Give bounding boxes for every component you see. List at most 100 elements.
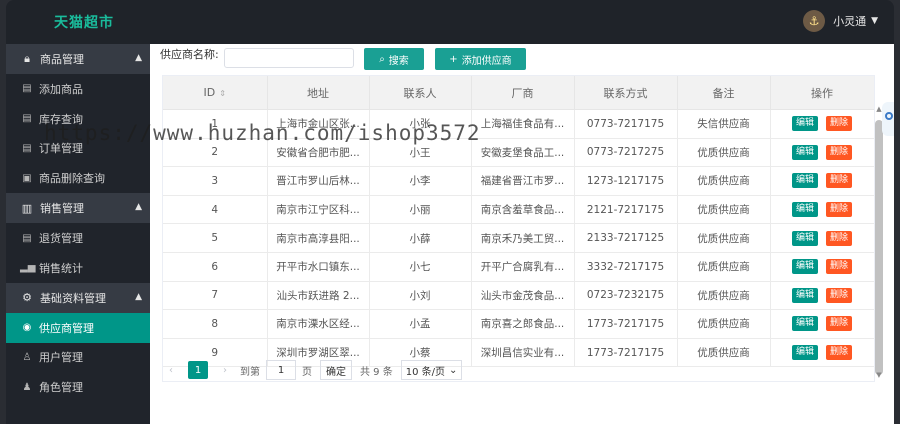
edit-button[interactable]: 编辑 — [791, 173, 818, 189]
edit-button[interactable]: 编辑 — [791, 116, 818, 132]
table-cell-contact: 小七 — [369, 252, 472, 282]
table-cell-vendor: 南京喜之郎食品... — [471, 309, 575, 339]
side-float-button[interactable] — [882, 102, 894, 136]
collapse-arrow-icon[interactable]: ▲ — [135, 292, 142, 302]
sidebar-item-inventory[interactable]: ▤ 库存查询 — [6, 104, 150, 134]
table-row[interactable]: 7 汕头市跃进路 2... 小刘 汕头市金茂食品... 0723-7232175 优质供应… — [163, 281, 874, 311]
table-row[interactable]: 2 安徽省合肥市肥... 小王 安徽麦堡食品工... 0773-7217275 优质供应商… — [163, 138, 874, 168]
prev-page-icon[interactable]: ‹ — [162, 365, 180, 376]
scroll-thumb[interactable] — [875, 120, 883, 375]
avatar-icon[interactable]: ⚓ — [803, 10, 826, 32]
table-row[interactable]: 1 上海市金山区张... 小张 上海福佳食品有... 0773-7217175 失信供应商… — [163, 109, 874, 139]
bookmark-icon: ▥ — [21, 201, 33, 215]
table-cell-note: 优质供应商 — [677, 338, 771, 368]
chevron-down-icon: ⌄ — [449, 364, 458, 376]
table-cell-id: 3 — [163, 166, 268, 196]
delete-button[interactable]: 删除 — [826, 316, 853, 332]
delete-button[interactable]: 删除 — [826, 287, 853, 303]
edit-button[interactable]: 编辑 — [791, 316, 818, 332]
delete-button[interactable]: 删除 — [826, 144, 853, 160]
edit-button[interactable]: 编辑 — [791, 230, 818, 246]
sidebar-item-sales-stats[interactable]: ▂▅ 销售统计 — [6, 253, 150, 283]
delete-button[interactable]: 删除 — [826, 230, 853, 246]
gear-icon: ⚙ — [22, 291, 32, 305]
sidebar-item-roles[interactable]: ♟ 角色管理 — [6, 372, 150, 402]
table-row[interactable]: 3 晋江市罗山后林... 小李 福建省晋江市罗... 1273-1217175 优质供应商… — [163, 166, 874, 196]
roles-icon: ♟ — [22, 381, 32, 393]
sidebar-item-suppliers[interactable]: ◉ 供应商管理 — [6, 312, 150, 343]
user-menu[interactable]: ⚓ 小灵通 ▼ — [803, 10, 878, 32]
edit-button[interactable]: 编辑 — [791, 259, 818, 275]
column-header-contact: 联系人 — [369, 76, 472, 110]
table-cell-vendor: 开平广合腐乳有... — [471, 252, 575, 282]
caret-down-icon[interactable]: ▼ — [871, 16, 878, 26]
search-button[interactable]: ⌕ 搜索 — [364, 48, 424, 70]
sidebar-group-sales[interactable]: ▥ 销售管理 ▲ — [6, 193, 150, 224]
sort-icon[interactable]: ⇕ — [219, 89, 226, 98]
table-cell-actions: 编辑 删除 — [770, 109, 874, 139]
page-size-select[interactable]: 10 条/页 ⌄ — [400, 360, 463, 380]
collapse-arrow-icon[interactable]: ▲ — [135, 202, 142, 212]
scroll-down-icon[interactable]: ▼ — [875, 371, 883, 379]
table-cell-address: 安徽省合肥市肥... — [267, 138, 370, 168]
table-cell-phone: 0723-7232175 — [574, 281, 678, 311]
user-icon: ♙ — [22, 351, 32, 363]
delete-button[interactable]: 删除 — [826, 116, 853, 132]
table-row[interactable]: 8 南京市溧水区经... 小孟 南京喜之郎食品... 1773-7217175 优质供应商… — [163, 309, 874, 339]
table-cell-address: 南京市溧水区经... — [267, 309, 370, 339]
table-cell-note: 失信供应商 — [677, 109, 771, 139]
table-cell-vendor: 安徽麦堡食品工... — [471, 138, 575, 168]
sidebar-item-label: 角色管理 — [39, 381, 83, 395]
vertical-scrollbar[interactable]: ▲ ▼ — [875, 105, 883, 379]
table-cell-contact: 小丽 — [369, 195, 472, 225]
table-cell-actions: 编辑 删除 — [770, 338, 874, 368]
table-cell-address: 汕头市跃进路 2... — [267, 281, 370, 311]
delete-button[interactable]: 删除 — [826, 202, 853, 218]
edit-button[interactable]: 编辑 — [791, 144, 818, 160]
sidebar-item-label: 用户管理 — [39, 351, 83, 365]
table-cell-phone: 1273-1217175 — [574, 166, 678, 196]
collapse-arrow-icon[interactable]: ▲ — [135, 53, 142, 63]
sidebar-group-label: 基础资料管理 — [40, 291, 106, 305]
delete-button[interactable]: 删除 — [826, 259, 853, 275]
sidebar-item-returns[interactable]: ▤ 退货管理 — [6, 223, 150, 253]
image-icon: ▣ — [22, 172, 32, 184]
sidebar-group-product[interactable]: 🔒︎ 商品管理 ▲ — [6, 44, 150, 74]
delete-button[interactable]: 删除 — [826, 345, 853, 361]
edit-button[interactable]: 编辑 — [791, 345, 818, 361]
sidebar-item-add-product[interactable]: ▤ 添加商品 — [6, 74, 150, 104]
table-cell-note: 优质供应商 — [677, 281, 771, 311]
app-logo[interactable]: 天猫超市 — [54, 12, 114, 32]
table-cell-vendor: 深圳昌信实业有... — [471, 338, 575, 368]
table-row[interactable]: 4 南京市江宁区科... 小丽 南京含羞草食品... 2121-7217175 优质供应商… — [163, 195, 874, 225]
username[interactable]: 小灵通 — [833, 13, 866, 29]
sidebar-item-label: 库存查询 — [39, 112, 83, 126]
goto-page-input[interactable]: 1 — [266, 360, 296, 380]
table-cell-phone: 2133-7217125 — [574, 223, 678, 253]
sidebar-group-basic-data[interactable]: ⚙ 基础资料管理 ▲ — [6, 282, 150, 313]
sidebar-item-deleted-products[interactable]: ▣ 商品删除查询 — [6, 163, 150, 193]
search-toolbar: 供应商名称: ⌕ 搜索 + 添加供应商 — [150, 44, 894, 74]
table-row[interactable]: 5 南京市高淳县阳... 小薛 南京禾乃美工贸... 2133-7217125 优质供应商… — [163, 223, 874, 253]
edit-button[interactable]: 编辑 — [791, 287, 818, 303]
table-cell-phone: 0773-7217175 — [574, 109, 678, 139]
table-cell-address: 晋江市罗山后林... — [267, 166, 370, 196]
sidebar-item-users[interactable]: ♙ 用户管理 — [6, 343, 150, 373]
column-header-phone: 联系方式 — [574, 76, 678, 110]
table-cell-id: 6 — [163, 252, 268, 282]
table-cell-id: 4 — [163, 195, 268, 225]
edit-button[interactable]: 编辑 — [791, 202, 818, 218]
sidebar-item-label: 订单管理 — [39, 142, 83, 156]
sidebar-item-orders[interactable]: ▤ 订单管理 — [6, 134, 150, 164]
table-row[interactable]: 6 开平市水口镇东... 小七 开平广合腐乳有... 3332-7217175 优质供应商… — [163, 252, 874, 282]
document-icon: ▤ — [22, 113, 32, 125]
search-input[interactable] — [224, 48, 354, 68]
next-page-icon[interactable]: › — [216, 365, 234, 376]
column-header-id[interactable]: ID ⇕ — [163, 76, 268, 110]
table-cell-actions: 编辑 删除 — [770, 138, 874, 168]
add-supplier-button[interactable]: + 添加供应商 — [435, 48, 526, 70]
search-icon: ⌕ — [379, 53, 385, 65]
confirm-button[interactable]: 确定 — [320, 360, 352, 380]
delete-button[interactable]: 删除 — [826, 173, 853, 189]
current-page-button[interactable]: 1 — [188, 361, 208, 379]
